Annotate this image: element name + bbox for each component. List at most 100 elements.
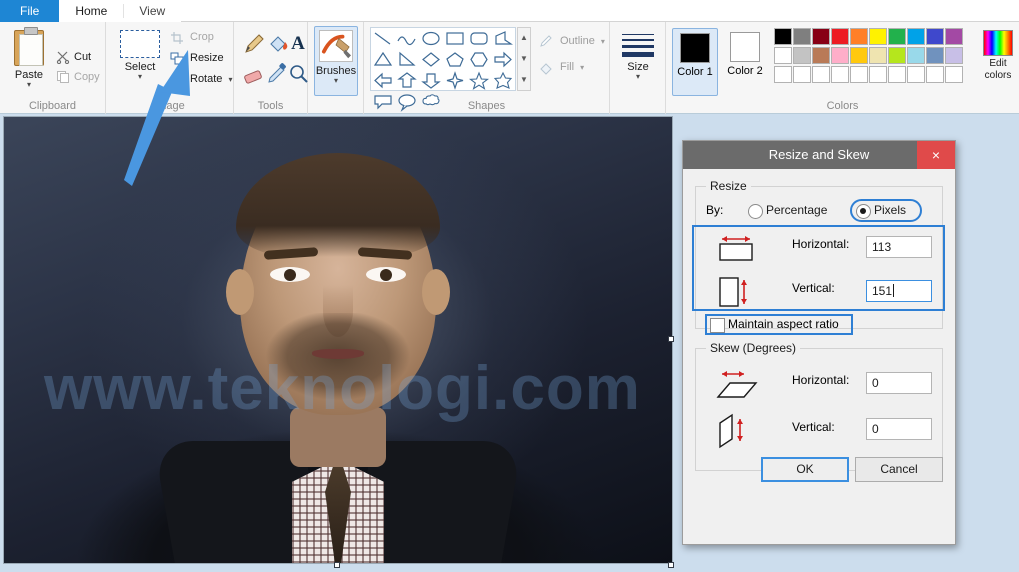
scroll-down-icon[interactable]: ▼ <box>518 49 530 70</box>
rotate-icon <box>171 75 183 87</box>
palette-swatch[interactable] <box>945 66 963 83</box>
pencil-icon[interactable] <box>242 32 266 56</box>
crop-button[interactable]: Crop <box>168 28 214 47</box>
shape-down-arrow[interactable] <box>419 70 443 91</box>
eraser-icon[interactable] <box>242 62 266 86</box>
palette-swatch[interactable] <box>774 47 792 64</box>
palette-swatch[interactable] <box>926 47 944 64</box>
portrait-photo <box>4 117 672 563</box>
shape-rounded-rectangle[interactable] <box>467 28 491 49</box>
scroll-more-icon[interactable]: ▼ <box>518 70 530 91</box>
chevron-down-icon[interactable]: ▾ <box>580 63 584 72</box>
shape-line[interactable] <box>371 28 395 49</box>
palette-swatch[interactable] <box>869 47 887 64</box>
shape-hexagon[interactable] <box>467 49 491 70</box>
palette-swatch[interactable] <box>926 28 944 45</box>
shapes-gallery-scrollbar[interactable]: ▲ ▼ ▼ <box>517 27 531 91</box>
chevron-down-icon[interactable]: ▾ <box>315 77 357 85</box>
resize-button[interactable]: Resize <box>168 49 224 68</box>
tab-view[interactable]: View <box>123 0 182 22</box>
shape-diamond[interactable] <box>419 49 443 70</box>
close-icon[interactable]: × <box>917 141 955 169</box>
text-icon[interactable]: A <box>286 32 310 56</box>
skew-vertical-input[interactable]: 0 <box>866 418 932 440</box>
palette-swatch[interactable] <box>793 47 811 64</box>
select-button[interactable]: Select ▾ <box>114 28 166 96</box>
skew-horizontal-input[interactable]: 0 <box>866 372 932 394</box>
outline-button[interactable]: Outline ▾ <box>536 30 605 52</box>
palette-swatch[interactable] <box>831 66 849 83</box>
cut-button[interactable]: Cut <box>54 48 91 67</box>
shape-five-point-star[interactable] <box>467 70 491 91</box>
paste-button[interactable]: Paste ▾ <box>8 27 50 94</box>
image-canvas[interactable]: www.teknologi.com <box>3 116 673 564</box>
canvas-resize-handle-right[interactable] <box>668 336 674 342</box>
ok-button[interactable]: OK <box>761 457 849 482</box>
shape-right-arrow[interactable] <box>491 49 515 70</box>
brushes-button[interactable]: Brushes ▾ <box>314 26 358 96</box>
shape-left-arrow[interactable] <box>371 70 395 91</box>
palette-swatch[interactable] <box>888 47 906 64</box>
shape-curve[interactable] <box>395 28 419 49</box>
vertical-skew-icon <box>712 413 766 449</box>
shape-four-point-star[interactable] <box>443 70 467 91</box>
chevron-down-icon[interactable]: ▾ <box>8 81 50 89</box>
skew-section: Skew (Degrees) Horizontal: 0 Vertical: 0 <box>695 341 943 471</box>
shape-pentagon[interactable] <box>443 49 467 70</box>
resize-and-skew-dialog: Resize and Skew × Resize By: Percentage … <box>682 140 956 545</box>
chevron-down-icon[interactable]: ▾ <box>616 73 660 81</box>
palette-swatch[interactable] <box>907 66 925 83</box>
rotate-button[interactable]: Rotate ▾ <box>168 70 233 89</box>
palette-swatch[interactable] <box>850 47 868 64</box>
radio-percentage[interactable]: Percentage <box>748 203 827 219</box>
shape-triangle[interactable] <box>371 49 395 70</box>
palette-swatch[interactable] <box>812 66 830 83</box>
palette-swatch[interactable] <box>869 28 887 45</box>
color2-button[interactable]: Color 2 <box>722 28 768 96</box>
fill-button[interactable]: Fill ▾ <box>536 56 584 78</box>
chevron-down-icon[interactable]: ▾ <box>228 75 232 84</box>
tab-file[interactable]: File <box>0 0 60 22</box>
palette-swatch[interactable] <box>850 66 868 83</box>
tab-home[interactable]: Home <box>59 0 124 22</box>
palette-swatch[interactable] <box>774 66 792 83</box>
palette-swatch[interactable] <box>888 28 906 45</box>
color-picker-icon[interactable] <box>265 62 289 86</box>
edit-colors-button[interactable]: Edit colors <box>978 28 1018 82</box>
scissors-icon <box>56 51 70 64</box>
scroll-up-icon[interactable]: ▲ <box>518 28 530 49</box>
chevron-down-icon[interactable]: ▾ <box>114 73 166 81</box>
canvas-resize-handle-corner[interactable] <box>668 562 674 568</box>
shape-polygon[interactable] <box>491 28 515 49</box>
shape-six-point-star[interactable] <box>491 70 515 91</box>
color1-button[interactable]: Color 1 <box>672 28 718 96</box>
shapes-gallery[interactable] <box>370 27 516 112</box>
palette-swatch[interactable] <box>793 66 811 83</box>
palette-swatch[interactable] <box>945 47 963 64</box>
palette-swatch[interactable] <box>907 47 925 64</box>
palette-swatch[interactable] <box>774 28 792 45</box>
shape-oval[interactable] <box>419 28 443 49</box>
palette-swatch[interactable] <box>793 28 811 45</box>
palette-swatch[interactable] <box>888 66 906 83</box>
cancel-button[interactable]: Cancel <box>855 457 943 482</box>
dialog-titlebar[interactable]: Resize and Skew × <box>683 141 955 169</box>
shape-rectangle[interactable] <box>443 28 467 49</box>
tab-file-label: File <box>20 4 40 18</box>
palette-swatch[interactable] <box>812 28 830 45</box>
palette-swatch[interactable] <box>831 28 849 45</box>
tools-group-label: Tools <box>257 100 284 112</box>
palette-swatch[interactable] <box>831 47 849 64</box>
palette-swatch[interactable] <box>907 28 925 45</box>
chevron-down-icon[interactable]: ▾ <box>601 37 605 46</box>
size-button[interactable]: Size ▾ <box>616 28 660 96</box>
shape-right-triangle[interactable] <box>395 49 419 70</box>
palette-swatch[interactable] <box>850 28 868 45</box>
copy-button[interactable]: Copy <box>54 68 100 87</box>
palette-swatch[interactable] <box>926 66 944 83</box>
palette-swatch[interactable] <box>869 66 887 83</box>
shape-up-arrow[interactable] <box>395 70 419 91</box>
palette-swatch[interactable] <box>945 28 963 45</box>
canvas-resize-handle-bottom[interactable] <box>334 562 340 568</box>
palette-swatch[interactable] <box>812 47 830 64</box>
